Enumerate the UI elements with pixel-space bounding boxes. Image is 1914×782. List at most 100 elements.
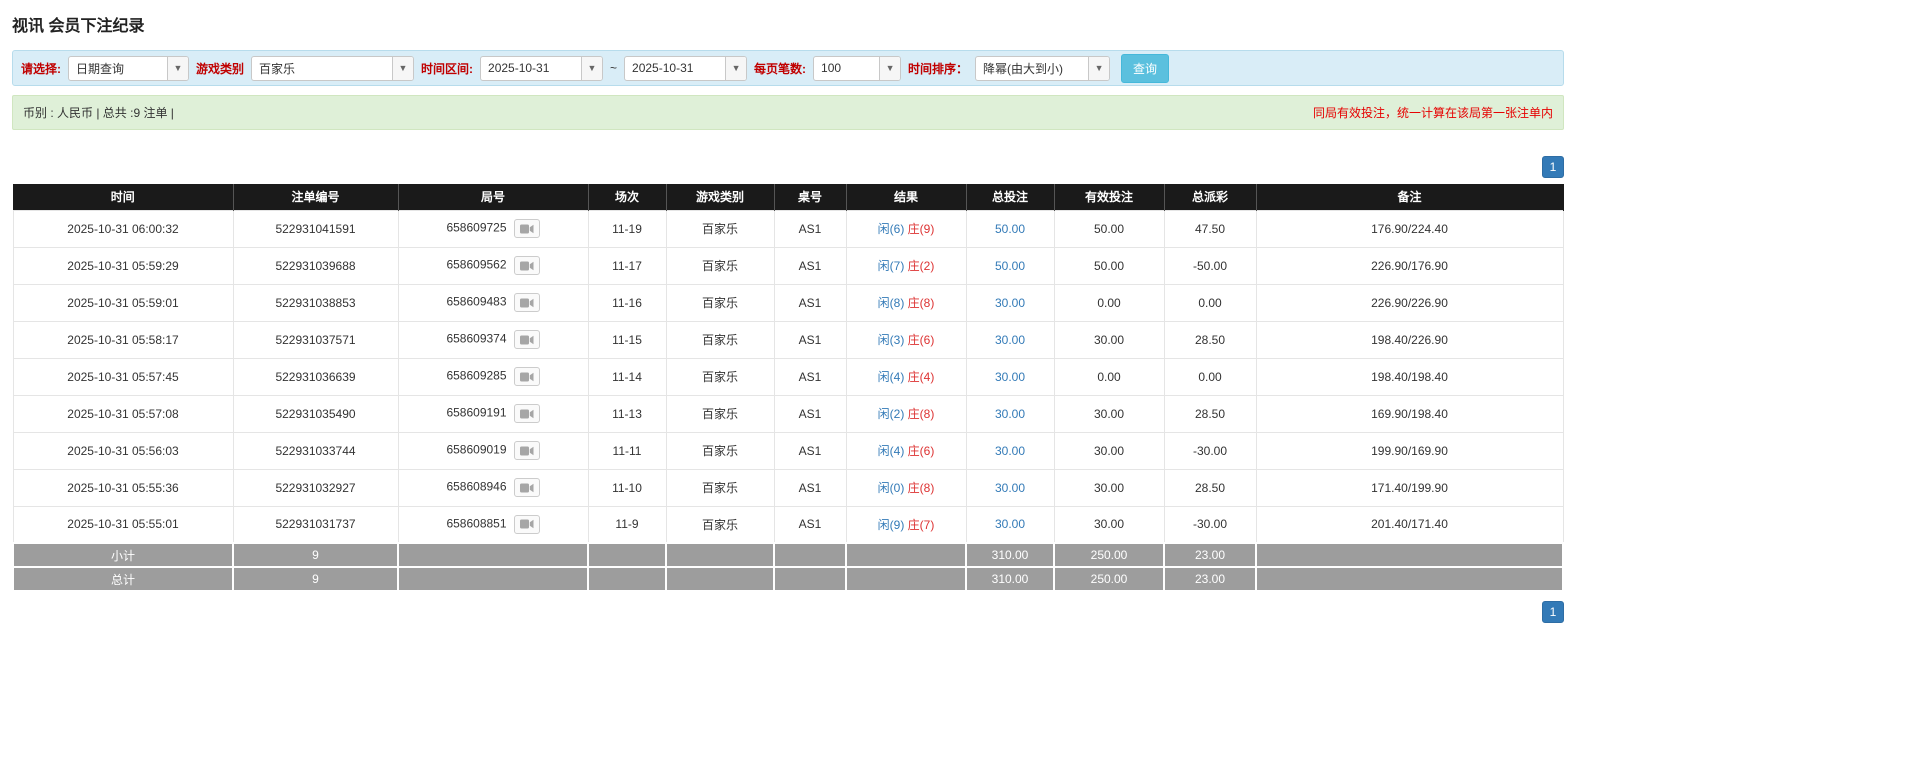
remark-cell: 171.40/199.90 [1255, 468, 1564, 507]
round-id: 658609191 [446, 405, 507, 420]
query-mode-value: 日期查询 [76, 61, 125, 76]
time-cell: 2025-10-31 05:57:45 [12, 357, 234, 396]
time-cell: 2025-10-31 05:56:03 [12, 431, 234, 470]
table-no-cell: AS1 [773, 431, 847, 470]
chevron-down-icon[interactable]: ▼ [725, 56, 747, 80]
table-row: 2025-10-31 05:55:01 522931031737 658608851… [12, 505, 1564, 544]
total-bet-link[interactable]: 30.00 [995, 517, 1025, 531]
date-from-dropdown[interactable]: 2025-10-31 ▼ [480, 55, 604, 81]
video-replay-icon[interactable] [513, 256, 540, 275]
table-row: 2025-10-31 05:55:36 522931032927 658608946… [12, 468, 1564, 507]
game-type-label: 游戏类别 [196, 61, 245, 76]
result-cell: 闲(6) 庄(9) [845, 209, 967, 248]
sort-label: 时间排序： [908, 61, 969, 76]
query-button[interactable]: 查询 [1121, 53, 1170, 83]
valid-bet-cell: 30.00 [1053, 468, 1165, 507]
date-separator: ~ [610, 61, 618, 75]
column-header: 结果 [846, 184, 967, 210]
time-cell: 2025-10-31 05:57:08 [12, 394, 234, 433]
table-no-cell: AS1 [773, 394, 847, 433]
empty-cell [773, 542, 847, 568]
valid-bet-cell: 30.00 [1053, 320, 1165, 359]
pagination-bottom: 1 [12, 601, 1564, 623]
date-to-dropdown[interactable]: 2025-10-31 ▼ [624, 55, 748, 81]
sort-dropdown[interactable]: 降幂(由大到小) ▼ [975, 55, 1111, 81]
info-bar: 币别 : 人民币 | 总共 :9 注单 | 同局有效投注，统一计算在该局第一张注… [12, 95, 1564, 130]
round-cell: 658609285 [397, 357, 589, 396]
bet-id-cell: 522931031737 [232, 505, 399, 544]
payout-cell: 0.00 [1163, 283, 1257, 322]
round-cell: 658609725 [397, 209, 589, 248]
video-replay-icon[interactable] [513, 219, 540, 238]
game-type-cell: 百家乐 [665, 505, 775, 544]
pagination-top: 1 [12, 156, 1564, 178]
table-no-cell: AS1 [773, 505, 847, 544]
total-bet-link[interactable]: 30.00 [995, 370, 1025, 384]
chevron-down-icon[interactable]: ▼ [167, 56, 188, 80]
video-replay-icon[interactable] [513, 478, 540, 497]
total-bet-link[interactable]: 30.00 [995, 296, 1025, 310]
chevron-down-icon[interactable]: ▼ [581, 56, 603, 80]
total-count: 9 [232, 566, 399, 592]
total-bet-link[interactable]: 30.00 [995, 481, 1025, 495]
chevron-down-icon[interactable]: ▼ [879, 56, 901, 80]
bet-records-table: 时间 注单编号 局号 场次 游戏类别 桌号 结果 总投注 有效投注 总派彩 备注 2025-10-3… [12, 184, 1564, 592]
table-row: 2025-10-31 05:57:45 522931036639 658609285… [12, 357, 1564, 396]
page-1-button[interactable]: 1 [1542, 156, 1564, 178]
valid-bet-cell: 30.00 [1053, 394, 1165, 433]
game-type-dropdown[interactable]: 百家乐 ▼ [251, 55, 415, 81]
subtotal-total-bet: 310.00 [965, 542, 1055, 568]
page: 视讯 会员下注纪录 请选择: 日期查询 ▼ 游戏类别 百家乐 ▼ 时间区间: 2… [12, 12, 1564, 623]
table-row: 2025-10-31 05:56:03 522931033744 658609019… [12, 431, 1564, 470]
total-bet-link[interactable]: 50.00 [995, 222, 1025, 236]
video-replay-icon[interactable] [513, 330, 540, 349]
empty-cell [1255, 566, 1564, 592]
valid-bet-cell: 0.00 [1053, 357, 1165, 396]
video-replay-icon[interactable] [513, 293, 540, 312]
result-banker: 庄(6) [907, 444, 935, 458]
remark-cell: 176.90/224.40 [1255, 209, 1564, 248]
result-player: 闲(7) [877, 259, 905, 273]
payout-cell: 0.00 [1163, 357, 1257, 396]
select-label: 请选择: [21, 61, 61, 76]
remark-cell: 226.90/176.90 [1255, 246, 1564, 285]
result-banker: 庄(9) [907, 222, 935, 236]
total-bet-link[interactable]: 30.00 [995, 444, 1025, 458]
notice-text: 同局有效投注，统一计算在该局第一张注单内 [1312, 106, 1553, 120]
valid-bet-cell: 30.00 [1053, 505, 1165, 544]
date-to-value: 2025-10-31 [632, 61, 694, 75]
column-header: 备注 [1256, 184, 1564, 210]
bet-id-cell: 522931039688 [232, 246, 399, 285]
empty-cell [845, 542, 967, 568]
total-bet-link[interactable]: 30.00 [995, 407, 1025, 421]
chevron-down-icon[interactable]: ▼ [392, 56, 414, 80]
result-player: 闲(6) [877, 222, 905, 236]
column-header: 总投注 [966, 184, 1055, 210]
total-bet-link[interactable]: 30.00 [995, 333, 1025, 347]
game-type-cell: 百家乐 [665, 209, 775, 248]
page-size-dropdown[interactable]: 100 ▼ [813, 55, 902, 81]
video-replay-icon[interactable] [513, 367, 540, 386]
session-cell: 11-15 [587, 320, 667, 359]
video-replay-icon[interactable] [513, 404, 540, 423]
valid-bet-cell: 0.00 [1053, 283, 1165, 322]
column-header: 有效投注 [1054, 184, 1165, 210]
result-player: 闲(9) [877, 517, 905, 532]
total-bet-link[interactable]: 50.00 [995, 259, 1025, 273]
video-replay-icon[interactable] [513, 441, 540, 460]
total-total-bet: 310.00 [965, 566, 1055, 592]
result-player: 闲(0) [877, 481, 905, 495]
remark-cell: 198.40/198.40 [1255, 357, 1564, 396]
table-no-cell: AS1 [773, 320, 847, 359]
total-payout: 23.00 [1163, 566, 1257, 592]
result-cell: 闲(3) 庄(6) [845, 320, 967, 359]
video-replay-icon[interactable] [513, 514, 540, 534]
page-1-button[interactable]: 1 [1542, 601, 1564, 623]
round-id: 658609374 [446, 331, 507, 346]
currency-summary: 币别 : 人民币 | 总共 :9 注单 | [23, 106, 174, 120]
chevron-down-icon[interactable]: ▼ [1088, 56, 1110, 80]
query-mode-dropdown[interactable]: 日期查询 ▼ [68, 55, 189, 81]
session-cell: 11-11 [587, 431, 667, 470]
sort-value: 降幂(由大到小) [983, 61, 1064, 76]
valid-bet-cell: 50.00 [1053, 246, 1165, 285]
